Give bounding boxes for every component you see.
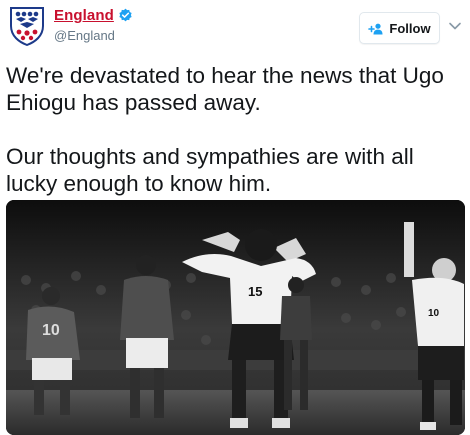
tweet-header: England @England Follow: [0, 0, 470, 50]
follow-button[interactable]: Follow: [359, 12, 440, 44]
add-user-icon: [368, 22, 384, 35]
chevron-down-icon[interactable]: [448, 18, 462, 30]
crest-icon: [10, 7, 44, 47]
name-row: England: [54, 7, 133, 24]
tweet-card: England @England Follow We're devastated…: [0, 0, 470, 435]
tweet-text-paragraph-1: We're devastated to hear the news that U…: [6, 63, 444, 115]
jersey-number-right: 10: [428, 308, 440, 319]
england-crest-avatar[interactable]: [8, 6, 46, 47]
jersey-number-left: 10: [42, 322, 60, 339]
account-handle[interactable]: @England: [54, 28, 115, 43]
tweet-photo[interactable]: 10 15 10: [6, 200, 465, 435]
display-name[interactable]: England: [54, 7, 114, 24]
follow-label: Follow: [389, 20, 431, 36]
verified-badge-icon: [118, 8, 133, 23]
jersey-number-center: 15: [248, 284, 262, 299]
celebration-photo: 10 15 10: [6, 200, 465, 435]
tweet-text-paragraph-2: Our thoughts and sympathies are with all…: [6, 144, 414, 196]
